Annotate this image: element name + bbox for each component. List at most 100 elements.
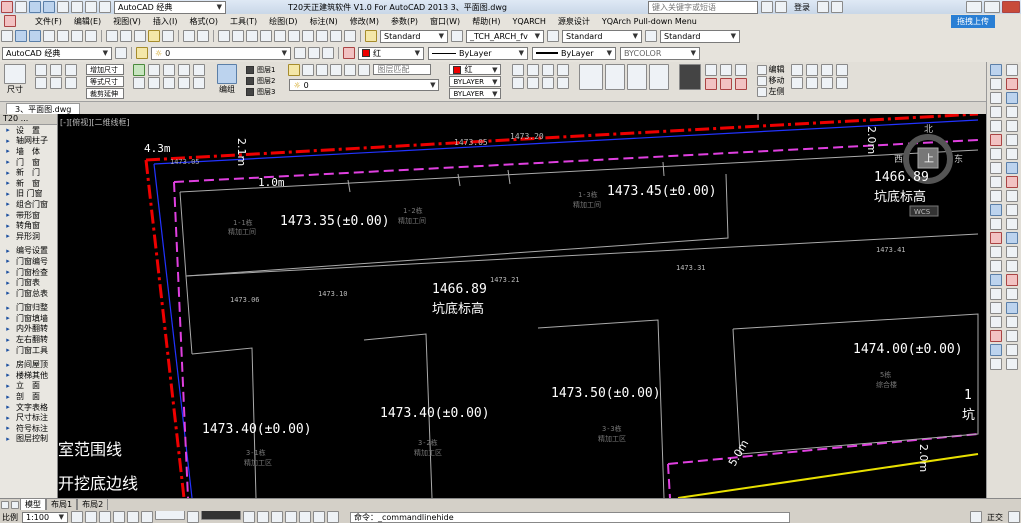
tch-open-icon[interactable] bbox=[155, 511, 185, 520]
right-tool-icon[interactable] bbox=[1006, 106, 1018, 118]
status-icon-2[interactable] bbox=[85, 511, 97, 523]
right-tool-icon[interactable] bbox=[1006, 78, 1018, 90]
right-tool-icon[interactable] bbox=[990, 134, 1002, 146]
tool-r2-icon[interactable] bbox=[806, 64, 819, 76]
status-icon-9[interactable] bbox=[257, 511, 269, 523]
panel-item[interactable]: ▸ 转角窗 bbox=[0, 220, 57, 231]
panel-item[interactable]: ▸ 图层控制 bbox=[0, 434, 57, 445]
view-e-icon[interactable] bbox=[720, 77, 733, 90]
tool-r1-icon[interactable] bbox=[791, 64, 804, 76]
panel-item[interactable]: ▸ 剖 面 bbox=[0, 391, 57, 402]
tool-palette-icon[interactable] bbox=[302, 30, 314, 42]
menu-yqarch[interactable]: YQARCH bbox=[506, 17, 551, 26]
right-tool-icon[interactable] bbox=[1006, 274, 1018, 286]
dim-large-icon[interactable] bbox=[4, 64, 26, 84]
right-tool-icon[interactable] bbox=[1006, 176, 1018, 188]
matchprop-icon[interactable] bbox=[148, 30, 160, 42]
layer-search-input[interactable]: 图层匹配 bbox=[373, 64, 432, 75]
linetype-combo[interactable]: ByLayer ▼ bbox=[428, 46, 528, 60]
right-tool-icon[interactable] bbox=[990, 92, 1002, 104]
menu-draw[interactable]: 绘图(D) bbox=[263, 16, 303, 27]
doc-tab-plan[interactable]: 3、平面图.dwg bbox=[6, 102, 81, 114]
open-file-icon[interactable] bbox=[15, 30, 27, 42]
layer-off-icon[interactable] bbox=[316, 64, 329, 76]
move-tool[interactable]: 移动 bbox=[756, 75, 784, 86]
status-icon-14[interactable] bbox=[327, 511, 339, 523]
right-tool-icon[interactable] bbox=[990, 316, 1002, 328]
menu-view[interactable]: 视图(V) bbox=[107, 16, 147, 27]
tool-r7-icon[interactable] bbox=[821, 77, 834, 89]
right-tool-icon[interactable] bbox=[990, 148, 1002, 160]
right-tool-icon[interactable] bbox=[1006, 302, 1018, 314]
lineweight-combo-2[interactable]: BYLAYER ▼ bbox=[449, 88, 502, 99]
zoom-previous-icon[interactable] bbox=[260, 30, 272, 42]
status-right-icon-1[interactable] bbox=[970, 511, 982, 523]
move-icon[interactable] bbox=[133, 64, 145, 76]
panel-item[interactable]: ▸ 尺寸标注 bbox=[0, 412, 57, 423]
color-combo-2[interactable]: 红 ▼ bbox=[449, 64, 502, 75]
view-b-icon[interactable] bbox=[720, 64, 733, 76]
panel-item[interactable]: ▸ 异形洞 bbox=[0, 231, 57, 242]
line-icon[interactable] bbox=[512, 64, 525, 76]
text-style-icon[interactable] bbox=[365, 30, 377, 42]
dim-style-combo[interactable]: _TCH_ARCH_fv ▼ bbox=[466, 29, 544, 43]
panel-item[interactable]: ▸ 墙 体 bbox=[0, 146, 57, 157]
tch-tool-icon[interactable] bbox=[649, 64, 670, 90]
login-link[interactable]: 登录 bbox=[794, 2, 810, 13]
right-tool-icon[interactable] bbox=[990, 64, 1002, 76]
plotstyle-combo[interactable]: BYCOLOR ▼ bbox=[620, 46, 700, 60]
menu-window[interactable]: 窗口(W) bbox=[424, 16, 466, 27]
rotate-icon[interactable] bbox=[133, 77, 145, 89]
workspace-combo[interactable]: AutoCAD 经典 ▼ bbox=[114, 0, 226, 14]
view-f-icon[interactable] bbox=[735, 77, 748, 90]
right-tool-icon[interactable] bbox=[1006, 232, 1018, 244]
panel-item[interactable]: ▸ 门窗表 bbox=[0, 277, 57, 288]
panel-item[interactable]: ▸ 左右翻转 bbox=[0, 334, 57, 345]
dim-style-icon[interactable] bbox=[451, 30, 463, 42]
zoom-realtime-icon[interactable] bbox=[232, 30, 244, 42]
save-icon[interactable] bbox=[43, 1, 55, 13]
right-tool-icon[interactable] bbox=[990, 78, 1002, 90]
table-style-combo[interactable]: Standard ▼ bbox=[562, 29, 642, 43]
doc-icon[interactable] bbox=[4, 15, 16, 27]
layer-manager-icon[interactable] bbox=[136, 47, 148, 59]
publish-icon[interactable] bbox=[71, 30, 83, 42]
plot-icon[interactable] bbox=[43, 30, 55, 42]
dim-linear-icon[interactable] bbox=[35, 64, 47, 76]
right-tool-icon[interactable] bbox=[990, 106, 1002, 118]
rect-icon[interactable] bbox=[512, 77, 525, 89]
panel-item[interactable]: ▸ 房间屋顶 bbox=[0, 359, 57, 370]
print-icon[interactable] bbox=[71, 1, 83, 13]
status-icon-3[interactable] bbox=[99, 511, 111, 523]
arc-icon[interactable] bbox=[557, 64, 570, 76]
text-style-combo[interactable]: Standard ▼ bbox=[380, 29, 448, 43]
menu-edit[interactable]: 编辑(E) bbox=[68, 16, 107, 27]
measure-icon[interactable] bbox=[627, 64, 648, 90]
redo-icon[interactable] bbox=[99, 1, 111, 13]
view-d-icon[interactable] bbox=[705, 77, 718, 90]
tool-r8-icon[interactable] bbox=[836, 77, 849, 89]
dim-angle-icon[interactable] bbox=[65, 77, 77, 89]
sheetset-icon[interactable] bbox=[316, 30, 328, 42]
markup-icon[interactable] bbox=[330, 30, 342, 42]
circle-icon[interactable] bbox=[542, 64, 555, 76]
help-search-input[interactable]: 键入关键字或短语 bbox=[648, 0, 758, 14]
menu-format[interactable]: 格式(O) bbox=[183, 16, 224, 27]
tool-r4-icon[interactable] bbox=[836, 64, 849, 76]
stamp-icon[interactable] bbox=[605, 64, 626, 90]
panel-item[interactable]: ▸ 新 门 bbox=[0, 167, 57, 178]
right-tool-icon[interactable] bbox=[1006, 190, 1018, 202]
panel-item[interactable]: ▸ 新 窗 bbox=[0, 178, 57, 189]
panel-item[interactable]: ▸ 门窗检查 bbox=[0, 267, 57, 278]
right-tool-icon[interactable] bbox=[1006, 288, 1018, 300]
right-tool-icon[interactable] bbox=[990, 330, 1002, 342]
scale-combo[interactable]: 1:100 ▼ bbox=[22, 511, 68, 523]
left-tool[interactable]: 左侧 bbox=[756, 86, 784, 97]
properties-icon[interactable] bbox=[274, 30, 286, 42]
trim-extend-button[interactable]: 裁剪延伸 bbox=[86, 88, 124, 99]
menu-yuanquan[interactable]: 源泉设计 bbox=[552, 16, 596, 27]
right-tool-icon[interactable] bbox=[1006, 260, 1018, 272]
preview-icon[interactable] bbox=[57, 30, 69, 42]
linewidth-display-icon[interactable] bbox=[201, 511, 241, 520]
panel-item[interactable]: ▸ 立 面 bbox=[0, 381, 57, 392]
